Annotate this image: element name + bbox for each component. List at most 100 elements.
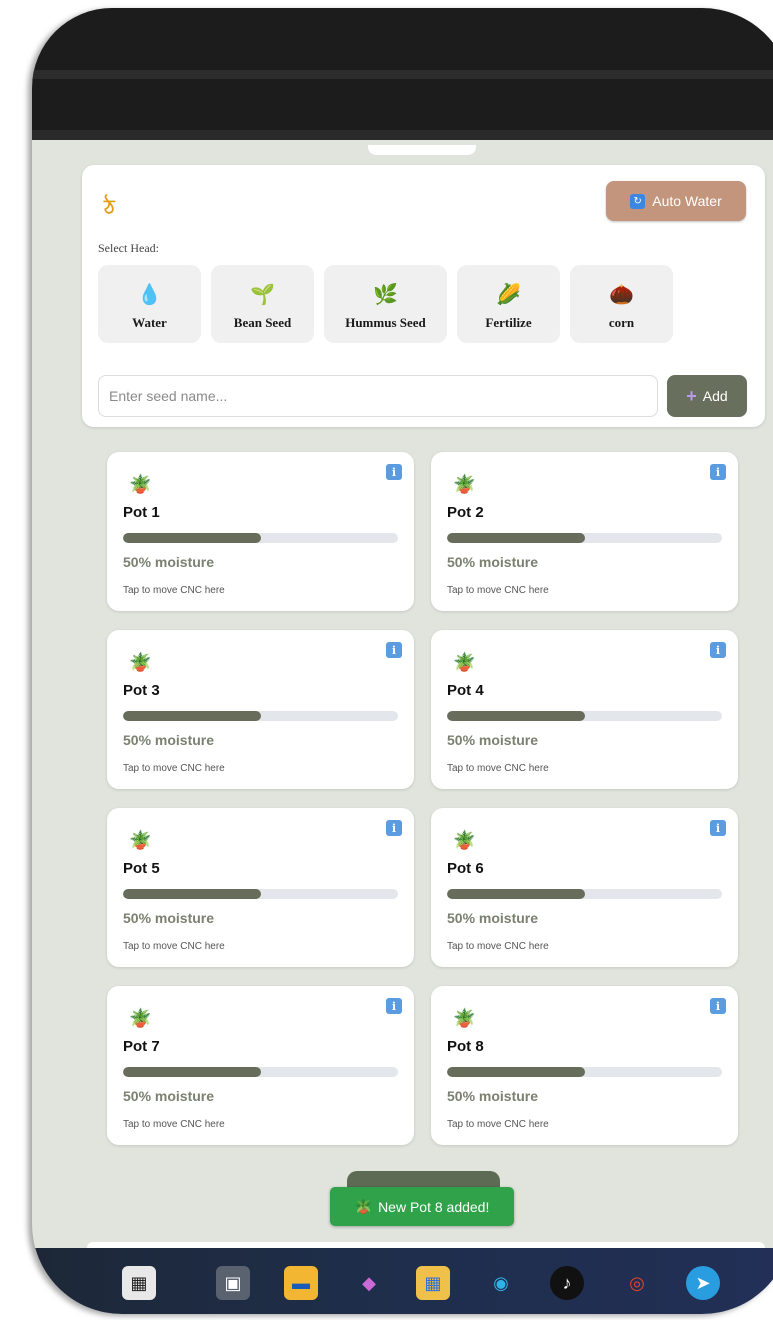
task-view-icon[interactable]: ▣ <box>216 1266 250 1300</box>
head-option-fertilize[interactable]: 🌽 Fertilize <box>457 265 560 343</box>
potted-plant-icon: 🪴 <box>129 652 152 672</box>
moisture-bar <box>447 889 722 899</box>
moisture-text: 50% moisture <box>447 910 539 926</box>
auto-water-button[interactable]: ↻ Auto Water <box>606 181 746 221</box>
head-option-label: corn <box>608 315 635 330</box>
herb-icon: 🌿 <box>373 284 398 306</box>
app-window: ঠ ↻ Auto Water Select Head: 💧 Water 🌱 Bean … <box>32 8 773 1314</box>
move-cnc-hint: Tap to move CNC here <box>447 585 549 596</box>
moisture-bar-fill <box>447 711 585 721</box>
potted-plant-icon: 🪴 <box>453 652 476 672</box>
head-option-corn[interactable]: 🌰 corn <box>570 265 673 343</box>
pot-card[interactable]: 🪴 i Pot 5 50% moisture Tap to move CNC here <box>107 808 414 967</box>
drag-handle[interactable] <box>368 145 476 155</box>
seed-name-input[interactable] <box>98 375 658 417</box>
pot-name: Pot 1 <box>123 504 160 521</box>
pot-name: Pot 2 <box>447 504 484 521</box>
pot-name: Pot 6 <box>447 860 484 877</box>
moisture-text: 50% moisture <box>447 1088 539 1104</box>
pot-name: Pot 3 <box>123 682 160 699</box>
plant-icon: 🪴 <box>354 1198 373 1214</box>
refresh-icon: ↻ <box>630 193 646 209</box>
moisture-text: 50% moisture <box>123 554 215 570</box>
moisture-bar <box>447 1067 722 1077</box>
edge-icon[interactable]: ◉ <box>484 1266 518 1300</box>
top-bar <box>32 8 773 140</box>
control-panel: ঠ ↻ Auto Water Select Head: 💧 Water 🌱 Bean … <box>82 165 765 427</box>
potted-plant-icon: 🪴 <box>453 830 476 850</box>
moisture-text: 50% moisture <box>123 910 215 926</box>
toast-text: New Pot 8 added! <box>378 1198 490 1215</box>
move-cnc-hint: Tap to move CNC here <box>447 1119 549 1130</box>
seedling-icon: 🌱 <box>250 284 275 306</box>
add-seed-button[interactable]: + Add <box>667 375 747 417</box>
head-option-label: Fertilize <box>485 315 532 330</box>
sudoku-icon[interactable]: ▦ <box>122 1266 156 1300</box>
head-option-bean-seed[interactable]: 🌱 Bean Seed <box>211 265 314 343</box>
head-option-label: Bean Seed <box>233 315 292 330</box>
move-cnc-hint: Tap to move CNC here <box>123 585 225 596</box>
chestnut-icon: 🌰 <box>609 284 634 306</box>
moisture-bar <box>447 533 722 543</box>
move-cnc-hint: Tap to move CNC here <box>123 1119 225 1130</box>
moisture-bar <box>123 1067 398 1077</box>
auto-water-label: Auto Water <box>652 193 722 209</box>
select-head-label: Select Head: <box>98 241 159 255</box>
moisture-bar-fill <box>447 889 585 899</box>
tiktok-icon[interactable]: ♪ <box>550 1266 584 1300</box>
moisture-text: 50% moisture <box>123 1088 215 1104</box>
store-icon[interactable]: ▦ <box>416 1266 450 1300</box>
potted-plant-icon: 🪴 <box>129 830 152 850</box>
move-cnc-hint: Tap to move CNC here <box>123 763 225 774</box>
move-cnc-hint: Tap to move CNC here <box>447 763 549 774</box>
top-bar-edge <box>32 130 773 140</box>
moisture-text: 50% moisture <box>123 732 215 748</box>
pot-name: Pot 4 <box>447 682 484 699</box>
info-icon[interactable]: i <box>386 642 402 658</box>
info-icon[interactable]: i <box>710 998 726 1014</box>
copilot-icon[interactable]: ◆ <box>352 1266 386 1300</box>
move-cnc-hint: Tap to move CNC here <box>123 941 225 952</box>
toast-notification: 🪴 New Pot 8 added! <box>330 1187 514 1226</box>
moisture-bar-fill <box>447 533 585 543</box>
pot-name: Pot 5 <box>123 860 160 877</box>
moisture-bar <box>447 711 722 721</box>
pot-card[interactable]: 🪴 i Pot 3 50% moisture Tap to move CNC here <box>107 630 414 789</box>
chrome-icon[interactable]: ◎ <box>620 1266 654 1300</box>
head-selector: 💧 Water 🌱 Bean Seed 🌿 Hummus Seed 🌽 Fertilize 🌰 c… <box>98 265 673 343</box>
moisture-bar <box>123 711 398 721</box>
corn-icon: 🌽 <box>496 284 521 306</box>
info-icon[interactable]: i <box>710 642 726 658</box>
os-taskbar: ▦ ▣ ▬ ◆ ▦ ◉ ♪ ◎ ➤ <box>32 1248 773 1314</box>
moisture-bar-fill <box>123 889 261 899</box>
info-icon[interactable]: i <box>386 464 402 480</box>
pot-name: Pot 7 <box>123 1038 160 1055</box>
pot-name: Pot 8 <box>447 1038 484 1055</box>
moisture-bar-fill <box>447 1067 585 1077</box>
moisture-text: 50% moisture <box>447 554 539 570</box>
moisture-bar <box>123 889 398 899</box>
telegram-icon[interactable]: ➤ <box>686 1266 720 1300</box>
pot-card[interactable]: 🪴 i Pot 8 50% moisture Tap to move CNC here <box>431 986 738 1145</box>
potted-plant-icon: 🪴 <box>453 1008 476 1028</box>
head-option-water[interactable]: 💧 Water <box>98 265 201 343</box>
potted-plant-icon: 🪴 <box>129 474 152 494</box>
pot-card[interactable]: 🪴 i Pot 6 50% moisture Tap to move CNC here <box>431 808 738 967</box>
moisture-bar-fill <box>123 711 261 721</box>
pot-card[interactable]: 🪴 i Pot 7 50% moisture Tap to move CNC here <box>107 986 414 1145</box>
pot-card[interactable]: 🪴 i Pot 1 50% moisture Tap to move CNC here <box>107 452 414 611</box>
move-cnc-hint: Tap to move CNC here <box>447 941 549 952</box>
top-bar-divider <box>32 70 773 79</box>
moisture-bar-fill <box>123 533 261 543</box>
info-icon[interactable]: i <box>710 464 726 480</box>
head-option-hummus-seed[interactable]: 🌿 Hummus Seed <box>324 265 447 343</box>
info-icon[interactable]: i <box>386 998 402 1014</box>
file-explorer-icon[interactable]: ▬ <box>284 1266 318 1300</box>
head-option-label: Water <box>132 315 167 330</box>
head-option-label: Hummus Seed <box>345 315 426 330</box>
pot-card[interactable]: 🪴 i Pot 4 50% moisture Tap to move CNC here <box>431 630 738 789</box>
pot-card[interactable]: 🪴 i Pot 2 50% moisture Tap to move CNC here <box>431 452 738 611</box>
info-icon[interactable]: i <box>710 820 726 836</box>
water-drop-icon: 💧 <box>137 284 162 306</box>
info-icon[interactable]: i <box>386 820 402 836</box>
